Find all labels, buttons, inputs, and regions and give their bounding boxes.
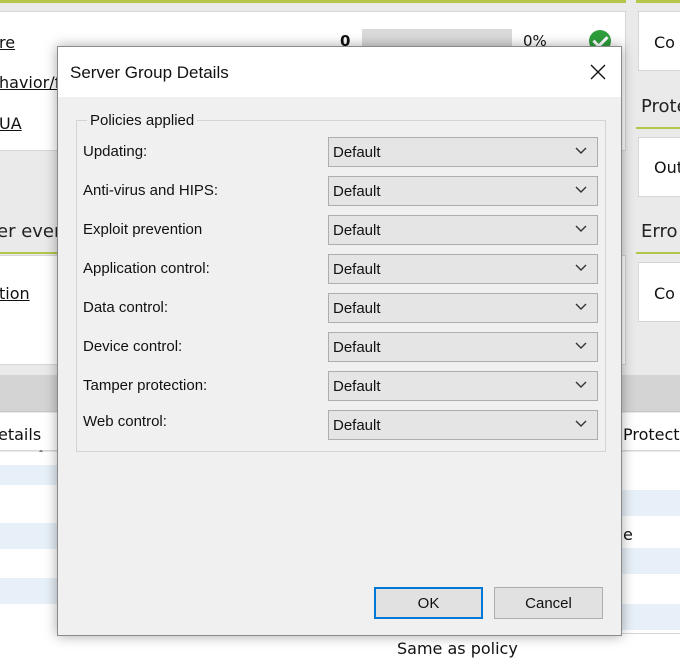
policy-select-value: Default [333,183,381,200]
policy-select-data[interactable]: Default [328,293,598,323]
right-card-1-text: Co [654,33,675,52]
policy-label-updating: Updating: [83,143,148,160]
section-heading-events: er ever [0,221,62,242]
policy-select-tamper[interactable]: Default [328,371,598,401]
policy-select-web[interactable]: Default [328,410,598,440]
policy-select-value: Default [333,417,381,434]
chevron-down-icon [575,186,587,193]
right-section-errors: Erro [641,221,678,242]
section-accent [0,252,60,254]
chevron-down-icon [575,225,587,232]
dialog-titlebar[interactable]: Server Group Details [58,47,621,97]
policy-label-tamper: Tamper protection: [83,377,208,394]
ok-button[interactable]: OK [374,587,483,619]
column-header-details[interactable]: etails [0,425,41,444]
table-cell-policy[interactable]: Same as policy [389,633,680,667]
events-link[interactable]: tion [0,284,30,303]
policy-select-updating[interactable]: Default [328,137,598,167]
chevron-down-icon [575,147,587,154]
policy-select-antivirus[interactable]: Default [328,176,598,206]
policy-select-device[interactable]: Default [328,332,598,362]
policy-label-device: Device control: [83,338,183,355]
table-row[interactable] [622,604,680,630]
policy-select-value: Default [333,222,381,239]
policy-label-data: Data control: [83,299,169,316]
table-row[interactable] [0,465,57,485]
policy-label-antivirus: Anti-virus and HIPS: [83,182,219,199]
policies-groupbox: Policies applied [76,112,606,452]
policy-label-web: Web control: [83,413,167,430]
close-icon [590,64,606,80]
right-section-accent-2 [636,252,680,254]
policy-select-value: Default [333,378,381,395]
groupbox-title: Policies applied [87,112,198,129]
table-row[interactable] [0,578,57,604]
chevron-down-icon [575,420,587,427]
chevron-down-icon [575,342,587,349]
chevron-down-icon [575,264,587,271]
chevron-down-icon [575,381,587,388]
status-link-2[interactable]: havior/fi [0,73,65,92]
table-row[interactable] [0,523,57,549]
accent-bar-right [636,0,680,3]
dialog-title: Server Group Details [70,63,229,82]
table-row[interactable] [622,548,680,574]
policy-select-value: Default [333,339,381,356]
policy-select-exploit[interactable]: Default [328,215,598,245]
table-cell: e [623,525,633,544]
chevron-down-icon [575,303,587,310]
server-group-details-dialog: Server Group Details Policies applied Up… [57,46,622,636]
right-card-3-text: Co [654,284,675,303]
close-button[interactable] [575,47,621,97]
policy-select-value: Default [333,261,381,278]
cancel-button[interactable]: Cancel [494,587,603,619]
policy-label-application: Application control: [83,260,210,277]
accent-bar [0,0,626,3]
table-cell-policy-text: Same as policy [397,639,518,658]
right-section-accent-1 [636,127,680,129]
policy-select-value: Default [333,300,381,317]
status-link-3[interactable]: UA [0,114,22,133]
table-row[interactable] [622,490,680,516]
status-link-1[interactable]: re [0,33,15,52]
column-header-protection[interactable]: Protect [623,425,680,444]
right-section-protection: Prote [641,96,680,117]
policy-label-exploit: Exploit prevention [83,221,203,238]
right-card-2-text: Out [654,158,680,177]
policy-select-application[interactable]: Default [328,254,598,284]
policy-select-value: Default [333,144,381,161]
